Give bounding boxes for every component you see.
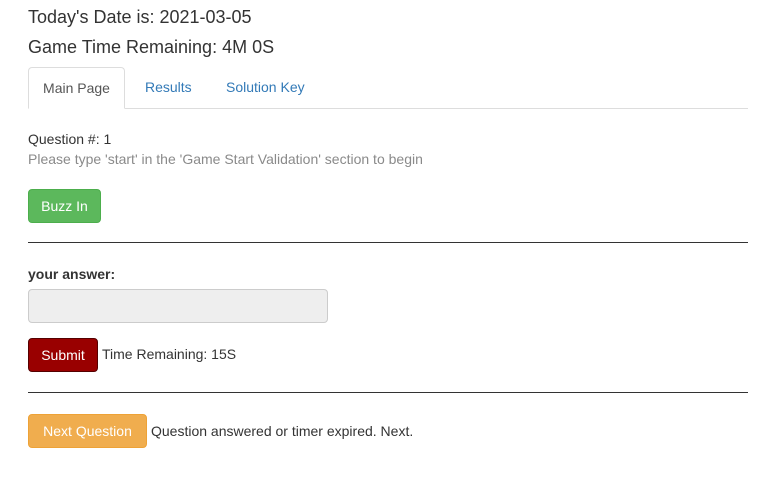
- divider: [28, 392, 748, 393]
- next-question-button[interactable]: Next Question: [28, 414, 147, 448]
- game-page: Today's Date is: 2021-03-05 Game Time Re…: [0, 0, 758, 479]
- buzz-in-button[interactable]: Buzz In: [28, 189, 101, 223]
- next-status-text: Question answered or timer expired. Next…: [151, 423, 414, 439]
- tab-results[interactable]: Results: [145, 67, 192, 108]
- tab-solution-key[interactable]: Solution Key: [226, 67, 305, 108]
- submit-button[interactable]: Submit: [28, 338, 98, 372]
- answer-input[interactable]: [28, 289, 328, 323]
- question-help-text: Please type 'start' in the 'Game Start V…: [28, 151, 423, 167]
- answer-label: your answer:: [28, 266, 116, 282]
- divider: [28, 242, 748, 243]
- game-time-remaining: Game Time Remaining: 4M 0S: [28, 37, 275, 57]
- tab-main-page[interactable]: Main Page: [28, 67, 125, 109]
- date-display: Today's Date is: 2021-03-05: [28, 7, 252, 27]
- question-number: Question #: 1: [28, 131, 112, 147]
- tab-bar: Main Page Results Solution Key: [28, 67, 748, 109]
- answer-time-remaining: Time Remaining: 15S: [102, 346, 237, 362]
